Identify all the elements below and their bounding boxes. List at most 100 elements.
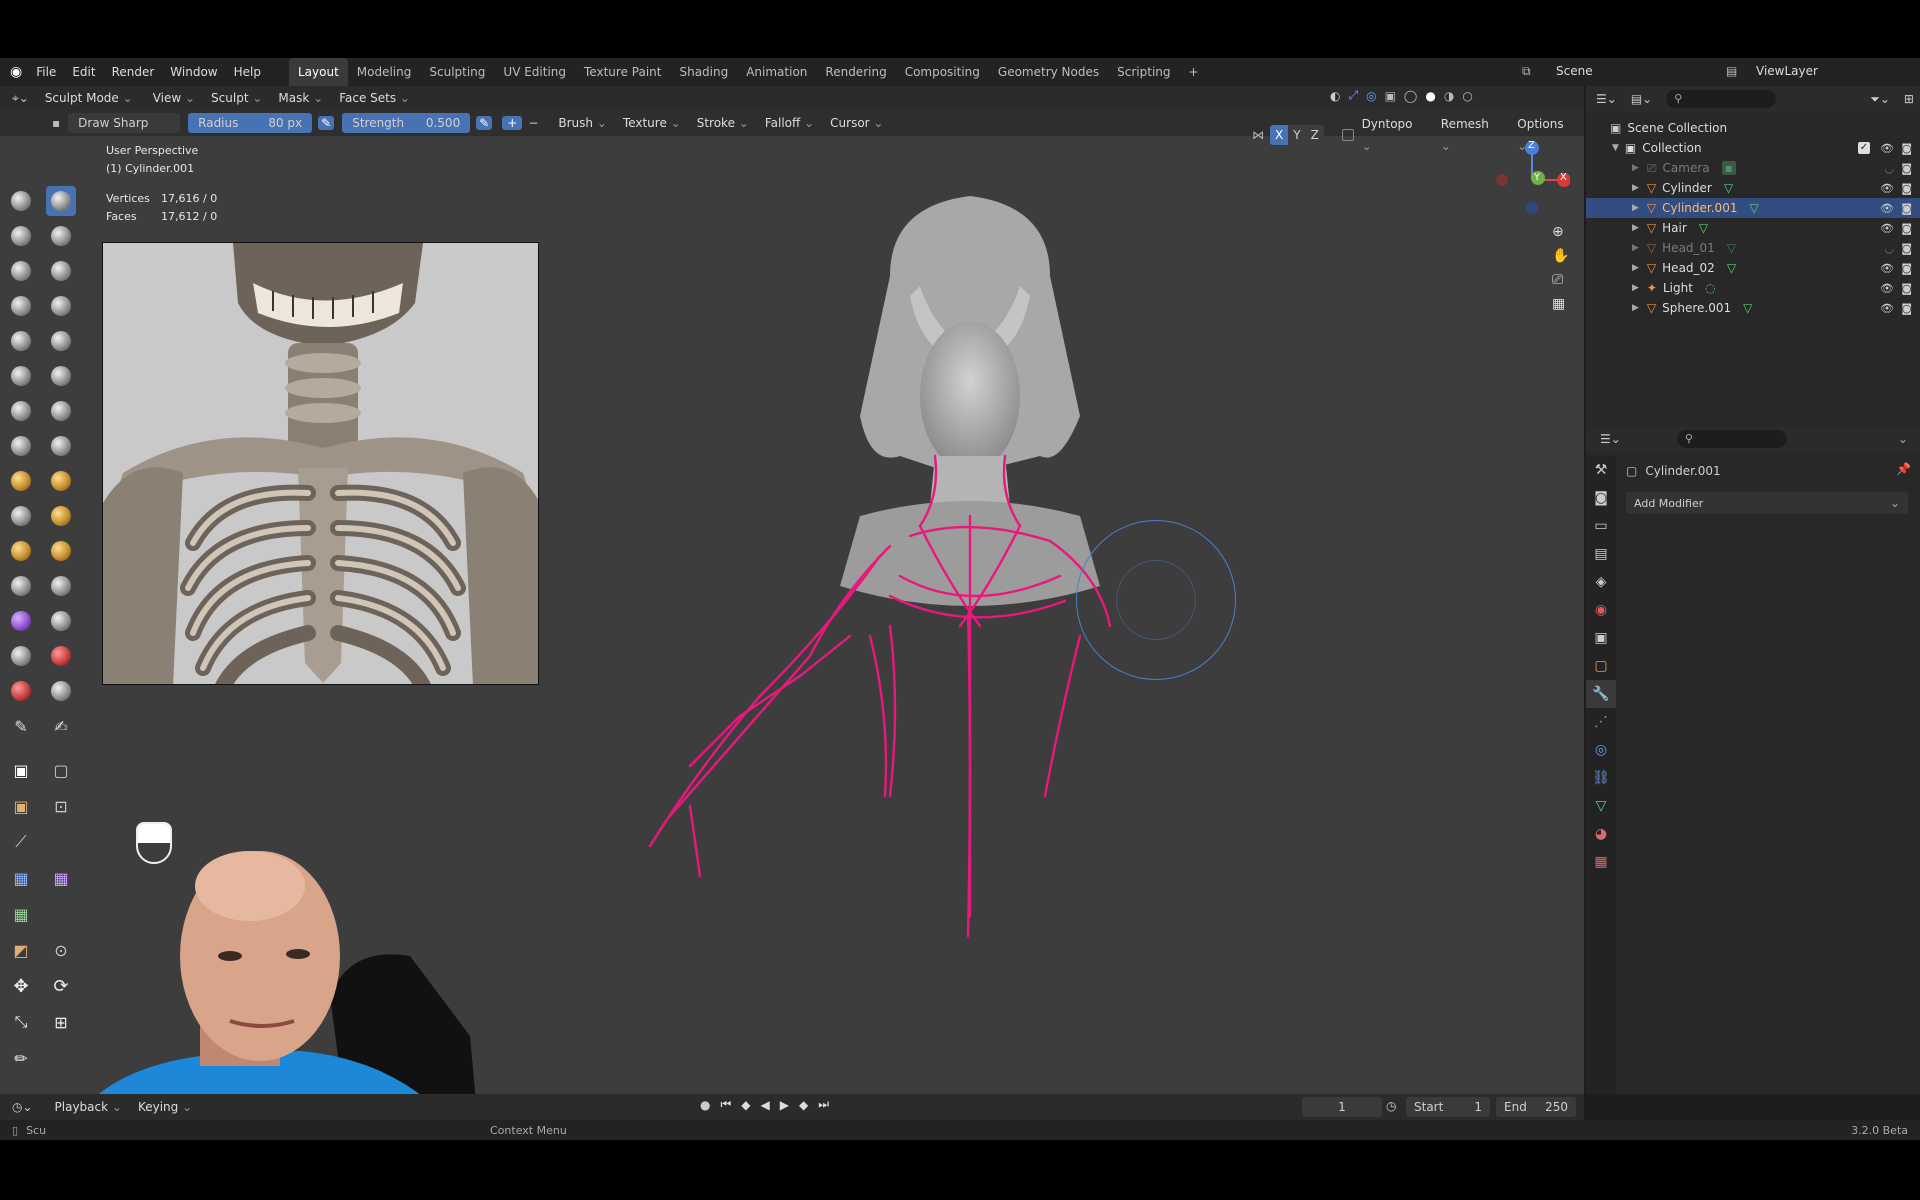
display-mode-icon[interactable]: ▤⌄ [1631,92,1652,106]
symmetry-x-button[interactable]: X [1270,125,1289,145]
pan-hand-icon[interactable]: ✋ [1552,248,1569,264]
expand-icon[interactable]: ▶ [1632,203,1639,213]
menu-view[interactable]: View [145,87,203,109]
outliner-editor-type-icon[interactable]: ☰⌄ [1596,92,1617,106]
expand-icon[interactable]: ▶ [1632,303,1639,313]
outliner-item-camera[interactable]: ▶ ⎚ Camera ▪ ◡ ◙ [1586,158,1920,178]
menu-edit[interactable]: Edit [64,58,103,86]
new-collection-icon[interactable]: ⊞ [1904,92,1914,106]
box-mask-icon[interactable]: ▣ [6,755,36,785]
render-icon[interactable]: ◙ [1901,262,1912,275]
play-icon[interactable]: ▶ [780,1098,789,1112]
menu-face-sets[interactable]: Face Sets [331,87,418,109]
clay-brush-tool[interactable] [6,221,36,251]
menu-sculpt[interactable]: Sculpt [203,87,270,109]
multires-displacement-eraser-tool[interactable] [6,676,36,706]
symmetry-y-button[interactable]: Y [1288,125,1306,145]
pose-brush-tool[interactable] [46,501,76,531]
falloff-menu[interactable]: Falloff [757,112,822,134]
3d-viewport[interactable]: ⌖⌄ Sculpt Mode View Sculpt Mask Face Set… [0,86,1584,1140]
tool-tab-icon[interactable]: ⚒ [1586,456,1616,484]
dyntopo-checkbox[interactable] [1341,129,1354,141]
symmetry-z-button[interactable]: Z [1305,125,1324,145]
visibility-icon[interactable]: 👁 [1880,302,1894,315]
record-icon[interactable]: ● [700,1098,710,1112]
tab-rendering[interactable]: Rendering [816,58,895,86]
tab-compositing[interactable]: Compositing [896,58,989,86]
xray-icon[interactable]: ▣ [1385,89,1396,103]
tab-layout[interactable]: Layout [288,58,348,86]
crease-brush-tool[interactable] [6,326,36,356]
layer-brush-tool[interactable] [46,256,76,286]
tab-geometry-nodes[interactable]: Geometry Nodes [989,58,1108,86]
start-frame-field[interactable]: Start 1 [1406,1097,1490,1117]
menu-render[interactable]: Render [104,58,163,86]
next-keyframe-icon[interactable]: ◆ [799,1098,808,1112]
thumb-brush-tool[interactable] [6,501,36,531]
grab-brush-tool[interactable] [46,431,76,461]
menu-file[interactable]: File [28,58,64,86]
current-frame-field[interactable]: 1 [1302,1097,1382,1117]
view-layer-icon[interactable]: ▤ [1726,64,1737,78]
brush-name[interactable]: Draw Sharp [68,113,181,133]
radius-field[interactable]: Radius 80 px [188,113,313,133]
collection-checkbox[interactable]: ✓ [1858,142,1870,154]
expand-icon[interactable]: ▶ [1632,183,1639,193]
outliner-item-hair[interactable]: ▶ ▽ Hair ▽ 👁 ◙ [1586,218,1920,238]
add-modifier-dropdown[interactable]: Add Modifier ⌄ [1626,492,1908,514]
view-layer-tab-icon[interactable]: ▤ [1586,540,1616,568]
tab-animation[interactable]: Animation [737,58,816,86]
mode-selector[interactable]: Sculpt Mode [37,87,141,109]
end-frame-field[interactable]: End 250 [1496,1097,1576,1117]
visibility-icon[interactable]: 👁 [1880,202,1894,215]
move-tool-icon[interactable]: ✥ [6,971,36,1001]
pinch-brush-tool[interactable] [6,431,36,461]
menu-mask[interactable]: Mask [270,87,331,109]
collection-visibility-icon[interactable]: 👁 [1880,142,1894,155]
outliner-item-head-02[interactable]: ▶ ▽ Head_02 ▽ 👁 ◙ [1586,258,1920,278]
menu-help[interactable]: Help [226,58,269,86]
rendered-shading-icon[interactable]: ○ [1462,89,1472,103]
scene-name[interactable]: Scene [1556,64,1593,78]
render-icon[interactable]: ◙ [1901,162,1912,175]
multiplane-scrape-brush-tool[interactable] [46,396,76,426]
box-trim-icon[interactable]: ⊡ [46,791,76,821]
paint-icon[interactable]: ✎ [6,711,36,741]
clay-strips-brush-tool[interactable] [46,221,76,251]
modifier-tab-icon[interactable]: 🔧 [1586,680,1616,708]
filter-icon[interactable]: ⏷⌄ [1870,92,1890,107]
scene-tab-icon[interactable]: ◈ [1586,568,1616,596]
draw-brush-tool[interactable] [6,186,36,216]
clock-icon[interactable]: ◷ [1386,1099,1396,1113]
visibility-icon[interactable]: 👁 [1880,182,1894,195]
physics-tab-icon[interactable]: ◎ [1586,736,1616,764]
nudge-brush-tool[interactable] [6,536,36,566]
visibility-icon[interactable]: 👁 [1880,222,1894,235]
playback-menu[interactable]: Playback [47,1096,130,1118]
scene-icon[interactable]: ⧉ [1522,64,1531,79]
annotate-tool-icon[interactable]: ✏ [6,1043,36,1073]
dyntopo-menu[interactable]: Dyntopo [1354,113,1433,157]
expand-icon[interactable]: ▶ [1632,283,1639,293]
outliner-item-sphere-001[interactable]: ▶ ▽ Sphere.001 ▽ 👁 ◙ [1586,298,1920,318]
outliner-item-cylinder[interactable]: ▶ ▽ Cylinder ▽ 👁 ◙ [1586,178,1920,198]
smear-icon[interactable]: ✍ [46,711,76,741]
stroke-menu[interactable]: Stroke [689,112,757,134]
cursor-menu[interactable]: Cursor [822,112,891,134]
flatten-brush-tool[interactable] [6,361,36,391]
prev-keyframe-icon[interactable]: ◆ [741,1098,750,1112]
jump-start-icon[interactable]: ⏮ [720,1097,731,1112]
outliner-item-head-01[interactable]: ▶ ▽ Head_01 ▽ ◡ ◙ [1586,238,1920,258]
clay-thumb-brush-tool[interactable] [6,256,36,286]
keying-menu[interactable]: Keying [130,1096,200,1118]
render-tab-icon[interactable]: ◙ [1586,484,1616,512]
render-icon[interactable]: ◙ [1901,182,1912,195]
strength-field[interactable]: Strength 0.500 [342,113,471,133]
options-chevron-icon[interactable]: ⌄ [1898,432,1908,446]
expand-icon[interactable]: ▶ [1632,223,1639,233]
material-tab-icon[interactable]: ◕ [1586,820,1616,848]
tab-uv-editing[interactable]: UV Editing [494,58,575,86]
constraints-tab-icon[interactable]: ⛓ [1586,764,1616,792]
line-project-icon[interactable]: ⟋ [6,827,36,857]
visibility-hidden-icon[interactable]: ◡ [1884,162,1894,175]
